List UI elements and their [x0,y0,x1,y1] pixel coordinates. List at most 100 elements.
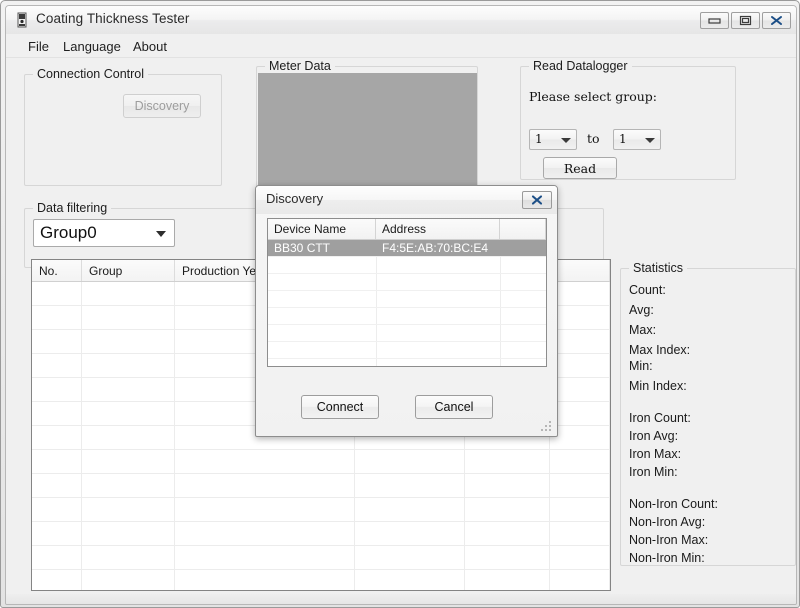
table-cell[interactable] [550,282,610,305]
device-list[interactable]: Device Name Address BB30 CTT F4:5E:AB:70:B… [267,218,547,367]
table-column-header[interactable]: Group [82,260,175,281]
table-cell[interactable] [550,426,610,449]
table-cell[interactable] [465,546,550,569]
app-icon [14,12,30,28]
table-cell[interactable] [32,282,82,305]
read-button[interactable]: Read [543,157,617,179]
device-list-row[interactable]: BB30 CTT F4:5E:AB:70:BC:E4 [268,240,546,257]
table-column-header[interactable]: No. [32,260,82,281]
table-cell[interactable] [355,474,465,497]
table-cell[interactable] [175,474,355,497]
group-filter-dropdown[interactable]: Group0 [33,219,175,247]
table-cell[interactable] [32,378,82,401]
table-cell[interactable] [32,330,82,353]
table-cell[interactable] [82,450,175,473]
table-cell[interactable] [355,546,465,569]
table-cell[interactable] [550,546,610,569]
device-address-cell[interactable]: F4:5E:AB:70:BC:E4 [376,240,500,257]
table-cell[interactable] [82,306,175,329]
table-cell[interactable] [465,450,550,473]
table-cell[interactable] [32,450,82,473]
minimize-button[interactable] [700,12,729,29]
table-cell[interactable] [82,330,175,353]
table-cell[interactable] [82,498,175,521]
table-cell[interactable] [355,522,465,545]
table-row[interactable] [32,546,610,570]
table-cell[interactable] [550,474,610,497]
table-cell[interactable] [355,498,465,521]
table-row[interactable] [32,474,610,498]
group-from-dropdown[interactable]: 1 [529,129,577,150]
connect-button[interactable]: Connect [301,395,379,419]
table-column-header[interactable] [550,260,610,281]
table-cell[interactable] [82,354,175,377]
table-cell[interactable] [550,498,610,521]
device-list-column-header[interactable]: Device Name [268,219,376,239]
device-list-row[interactable] [268,342,546,359]
table-cell[interactable] [550,354,610,377]
table-cell[interactable] [32,546,82,569]
statistic-item: Max Index: [629,343,691,357]
table-cell[interactable] [32,474,82,497]
table-cell[interactable] [550,402,610,425]
group-from-value: 1 [535,132,543,146]
table-cell[interactable] [175,522,355,545]
device-list-column-header[interactable]: Address [376,219,500,239]
table-cell[interactable] [32,522,82,545]
menu-item-about[interactable]: About [126,37,174,56]
table-cell[interactable] [175,498,355,521]
table-row[interactable] [32,522,610,546]
close-button[interactable] [762,12,791,29]
table-cell[interactable] [32,402,82,425]
table-cell[interactable] [82,282,175,305]
device-list-row[interactable] [268,257,546,274]
cancel-button[interactable]: Cancel [415,395,493,419]
table-cell[interactable] [175,450,355,473]
table-cell[interactable] [32,426,82,449]
table-cell[interactable] [465,498,550,521]
statistic-item: Iron Max: [629,447,682,461]
table-cell[interactable] [82,474,175,497]
resize-grip-icon[interactable] [541,421,553,433]
table-cell[interactable] [82,546,175,569]
table-row[interactable] [32,450,610,474]
table-cell[interactable] [32,354,82,377]
table-cell[interactable] [550,330,610,353]
device-name-cell[interactable]: BB30 CTT [268,240,376,257]
table-cell[interactable] [465,522,550,545]
table-cell[interactable] [82,378,175,401]
table-cell[interactable] [550,450,610,473]
table-row[interactable] [32,570,610,590]
table-cell[interactable] [82,522,175,545]
table-cell[interactable] [465,474,550,497]
device-list-row[interactable] [268,308,546,325]
statistic-item: Max: [629,323,657,337]
group-to-dropdown[interactable]: 1 [613,129,661,150]
discovery-dialog-close-button[interactable] [522,191,552,209]
discovery-button[interactable]: Discovery [123,94,201,118]
table-cell[interactable] [550,378,610,401]
table-cell[interactable] [550,570,610,590]
table-cell[interactable] [175,570,355,590]
table-cell[interactable] [465,570,550,590]
table-cell[interactable] [82,570,175,590]
table-cell[interactable] [355,570,465,590]
to-label: to [587,131,600,146]
maximize-button[interactable] [731,12,760,29]
menu-item-language[interactable]: Language [56,37,128,56]
table-cell[interactable] [82,426,175,449]
device-list-row[interactable] [268,274,546,291]
table-cell[interactable] [32,570,82,590]
table-row[interactable] [32,498,610,522]
table-cell[interactable] [32,498,82,521]
device-list-column-header[interactable] [500,219,546,239]
table-cell[interactable] [32,306,82,329]
table-cell[interactable] [550,522,610,545]
device-list-row[interactable] [268,291,546,308]
table-cell[interactable] [550,306,610,329]
table-cell[interactable] [175,546,355,569]
table-cell[interactable] [82,402,175,425]
table-cell[interactable] [355,450,465,473]
device-list-row[interactable] [268,325,546,342]
menu-item-file[interactable]: File [21,37,56,56]
